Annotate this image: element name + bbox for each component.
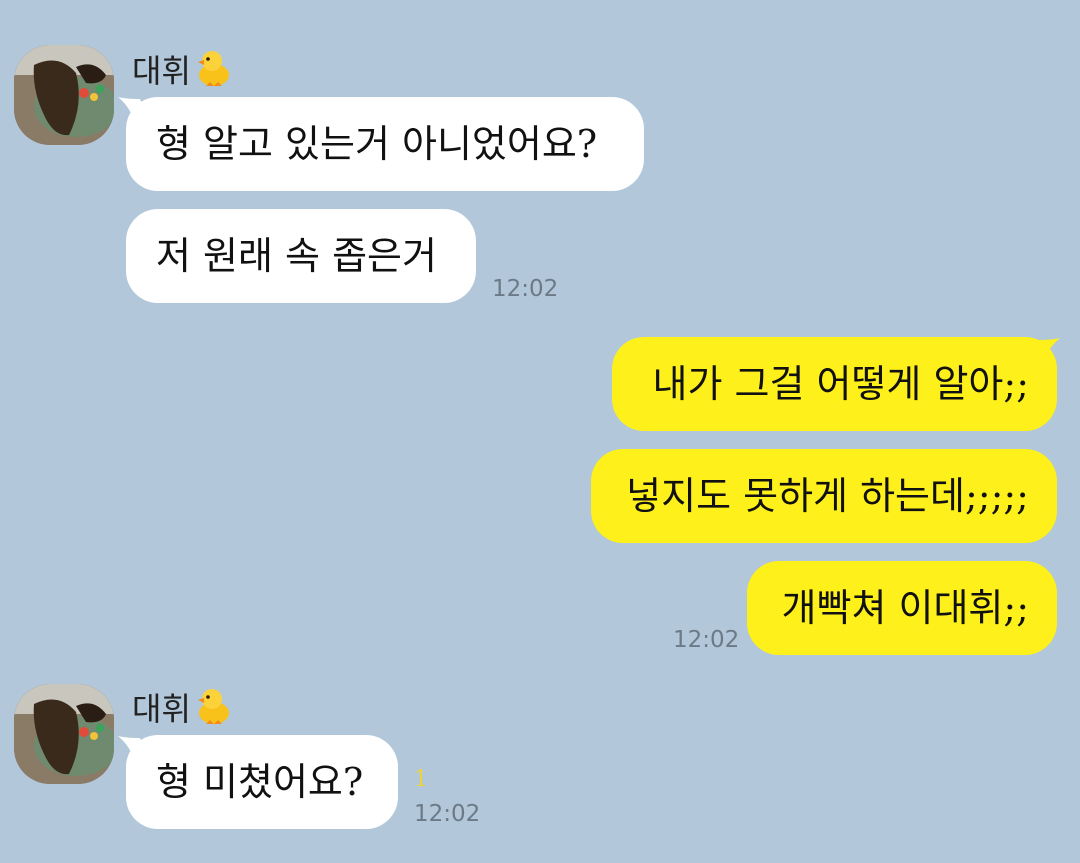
sender-avatar[interactable]	[14, 45, 114, 145]
message-timestamp: 12:02	[492, 276, 559, 302]
message-timestamp: 12:02	[673, 627, 740, 653]
sender-name: 대휘	[132, 686, 232, 735]
message-bubble[interactable]: 저 원래 속 좁은거	[126, 209, 476, 303]
message-bubble[interactable]: 형 알고 있는거 아니었어요?	[126, 97, 644, 191]
sender-avatar[interactable]	[14, 684, 114, 784]
sender-name: 대휘	[132, 48, 232, 97]
unread-count: 1	[414, 767, 428, 792]
message-bubble[interactable]: 넣지도 못하게 하는데;;;;;	[591, 449, 1057, 543]
message-timestamp: 12:02	[414, 801, 481, 827]
sender-name-label: 대휘	[132, 52, 191, 90]
message-bubble[interactable]: 개빡쳐 이대휘;;	[747, 561, 1057, 655]
baby-chick-icon	[194, 686, 232, 735]
message-bubble[interactable]: 형 미쳤어요?	[126, 735, 398, 829]
message-bubble[interactable]: 내가 그걸 어떻게 알아;;	[612, 337, 1057, 431]
sender-name-label: 대휘	[132, 690, 191, 728]
baby-chick-icon	[194, 48, 232, 97]
